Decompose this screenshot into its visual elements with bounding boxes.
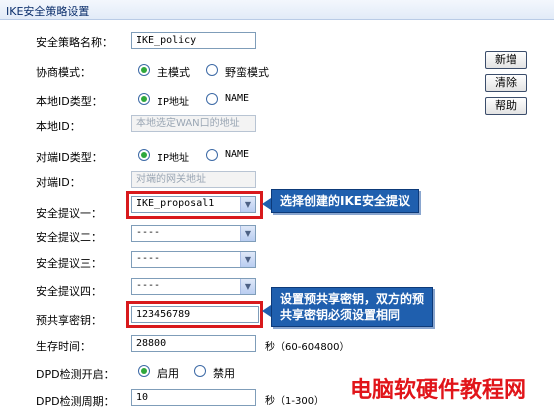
chevron-down-icon: ▼ — [240, 279, 255, 294]
proposal4-select[interactable]: ---- ▼ — [131, 278, 256, 295]
psk-callout-line1: 设置预共享密钥，双方的预 — [280, 292, 425, 306]
peer-id-type-ip-label: IP地址 — [157, 153, 190, 164]
proposal3-select[interactable]: ---- ▼ — [131, 251, 256, 268]
proposal2-select[interactable]: ---- ▼ — [131, 225, 256, 242]
proposal2-value: ---- — [136, 227, 161, 238]
policy-name-input[interactable]: IKE_policy — [131, 32, 256, 49]
local-id-type-ip-radio[interactable] — [138, 93, 150, 105]
proposal4-label: 安全提议四： — [36, 285, 102, 298]
psk-highlight — [126, 301, 263, 328]
lifetime-label: 生存时间： — [36, 340, 91, 353]
callout2-arrow — [262, 305, 271, 317]
peer-id-type-name-label: NAME — [225, 149, 250, 160]
proposal1-highlight — [126, 191, 263, 219]
local-id-type-name-label: NAME — [225, 93, 250, 104]
local-id-type-name-radio[interactable] — [206, 93, 218, 105]
proposal4-value: ---- — [136, 280, 161, 291]
mode-aggressive-radio[interactable] — [206, 64, 218, 76]
chevron-down-icon: ▼ — [240, 252, 255, 267]
dpd-enable-on-label: 启用 — [157, 367, 179, 380]
dpd-enable-label: DPD检测开启： — [36, 368, 115, 381]
psk-callout: 设置预共享密钥，双方的预 共享密钥必须设置相同 — [271, 287, 434, 327]
dpd-enable-off-radio[interactable] — [194, 365, 206, 377]
proposal3-value: ---- — [136, 253, 161, 264]
psk-callout-line2: 共享密钥必须设置相同 — [280, 308, 401, 322]
add-button[interactable]: 新增 — [485, 51, 527, 69]
peer-id-type-name-radio[interactable] — [206, 149, 218, 161]
mode-label: 协商模式： — [36, 66, 91, 79]
lifetime-input[interactable]: 28800 — [131, 335, 256, 352]
policy-name-label: 安全策略名称： — [36, 36, 113, 49]
mode-main-label: 主模式 — [157, 66, 190, 79]
peer-id-type-ip-radio[interactable] — [138, 149, 150, 161]
dpd-enable-off-label: 禁用 — [213, 367, 235, 380]
lifetime-unit: 秒（60-604800） — [265, 342, 350, 353]
proposal1-label: 安全提议一： — [36, 207, 102, 220]
callout1-arrow — [262, 198, 271, 210]
dpd-enable-on-radio[interactable] — [138, 365, 150, 377]
local-id-type-label: 本地ID类型： — [36, 95, 103, 108]
watermark: 电脑软硬件教程网 — [350, 378, 527, 403]
panel-header: IKE安全策略设置 — [0, 0, 554, 20]
mode-aggressive-label: 野蛮模式 — [225, 66, 269, 79]
dpd-period-input[interactable]: 10 — [131, 389, 256, 406]
local-id-label: 本地ID： — [36, 120, 81, 133]
chevron-down-icon: ▼ — [240, 226, 255, 241]
psk-label: 预共享密钥： — [36, 314, 102, 327]
dpd-period-unit: 秒（1-300） — [265, 396, 325, 407]
proposal2-label: 安全提议二： — [36, 231, 102, 244]
dpd-period-label: DPD检测周期： — [36, 395, 115, 408]
local-id-input[interactable]: 本地选定WAN口的地址 — [131, 115, 256, 132]
peer-id-label: 对端ID： — [36, 176, 81, 189]
clear-button[interactable]: 清除 — [485, 74, 527, 92]
help-button[interactable]: 帮助 — [485, 97, 527, 115]
local-id-type-ip-label: IP地址 — [157, 97, 190, 108]
panel-title: IKE安全策略设置 — [6, 5, 90, 18]
proposal3-label: 安全提议三： — [36, 257, 102, 270]
proposal-callout: 选择创建的IKE安全提议 — [271, 189, 419, 213]
peer-id-type-label: 对端ID类型： — [36, 151, 103, 164]
mode-main-radio[interactable] — [138, 64, 150, 76]
peer-id-input[interactable]: 对端的网关地址 — [131, 171, 256, 188]
proposal-callout-text: 选择创建的IKE安全提议 — [280, 194, 410, 208]
